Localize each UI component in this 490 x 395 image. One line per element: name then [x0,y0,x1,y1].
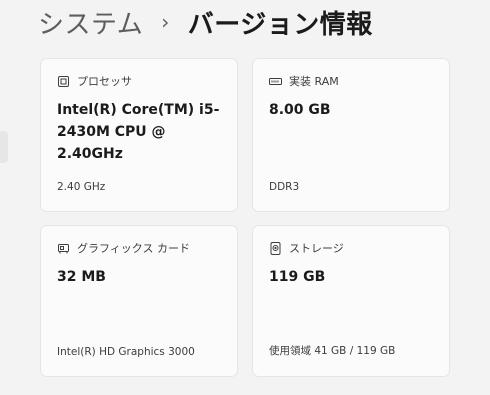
breadcrumb-separator: › [161,10,170,34]
processor-card: プロセッサ Intel(R) Core(TM) i5-2430M CPU @ 2… [40,58,238,212]
processor-value: Intel(R) Core(TM) i5-2430M CPU @ 2.40GHz [57,102,220,162]
graphics-card-header: グラフィックス カード [57,240,190,256]
storage-card-header: ストレージ [269,240,344,256]
ram-card-header: 実装 RAM [269,73,339,89]
ram-type: DDR3 [269,181,300,193]
memory-icon [269,75,282,88]
processor-icon [57,75,70,88]
storage-card: ストレージ 119 GB 使用領域 41 GB / 119 GB [252,225,450,377]
graphics-memory-value: 32 MB [57,269,106,285]
ram-value: 8.00 GB [269,102,331,118]
about-page: システム › バージョン情報 プロセッサ Intel(R) Core(TM) i… [0,0,490,395]
graphics-card-icon [57,242,70,255]
graphics-card-title: グラフィックス カード [77,242,190,255]
processor-card-title: プロセッサ [77,75,132,88]
storage-card-title: ストレージ [289,242,344,255]
page-title: バージョン情報 [187,9,373,40]
graphics-adapter-name: Intel(R) HD Graphics 3000 [57,346,195,358]
storage-value: 119 GB [269,269,326,285]
breadcrumb-system-link[interactable]: システム [38,4,143,41]
breadcrumb: システム › バージョン情報 [38,4,373,40]
processor-card-header: プロセッサ [57,73,132,89]
storage-icon [269,241,282,255]
processor-speed: 2.40 GHz [57,181,106,193]
ram-card-title: 実装 RAM [289,75,339,88]
storage-usage: 使用領域 41 GB / 119 GB [269,345,396,357]
ram-card: 実装 RAM 8.00 GB DDR3 [252,58,450,212]
graphics-card: グラフィックス カード 32 MB Intel(R) HD Graphics 3… [40,225,238,377]
collapsed-nav-tab[interactable] [0,131,8,163]
